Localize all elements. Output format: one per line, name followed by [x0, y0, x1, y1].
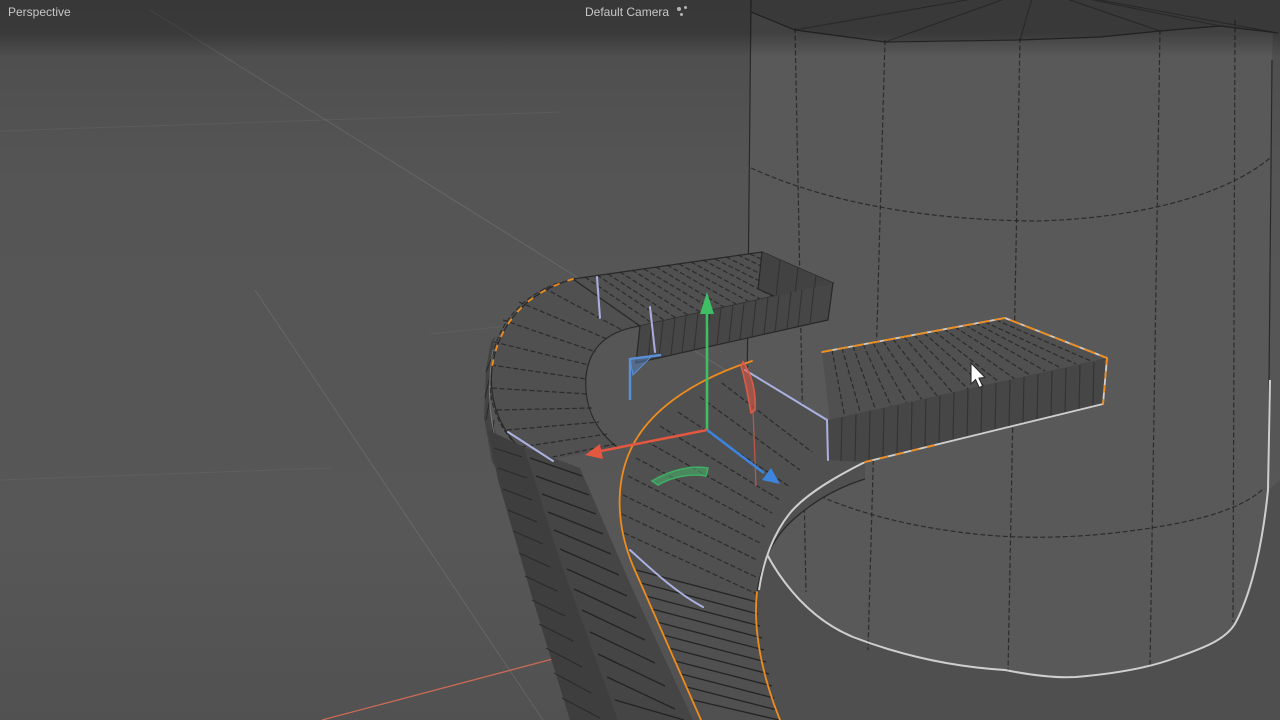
viewport-header: Perspective Default Camera	[0, 0, 1280, 26]
camera-label[interactable]: Default Camera	[585, 2, 669, 22]
3d-scene[interactable]	[0, 0, 1280, 720]
viewport[interactable]: Perspective Default Camera	[0, 0, 1280, 720]
view-mode-label[interactable]: Perspective	[8, 2, 71, 22]
camera-menu-icon[interactable]	[676, 6, 688, 18]
